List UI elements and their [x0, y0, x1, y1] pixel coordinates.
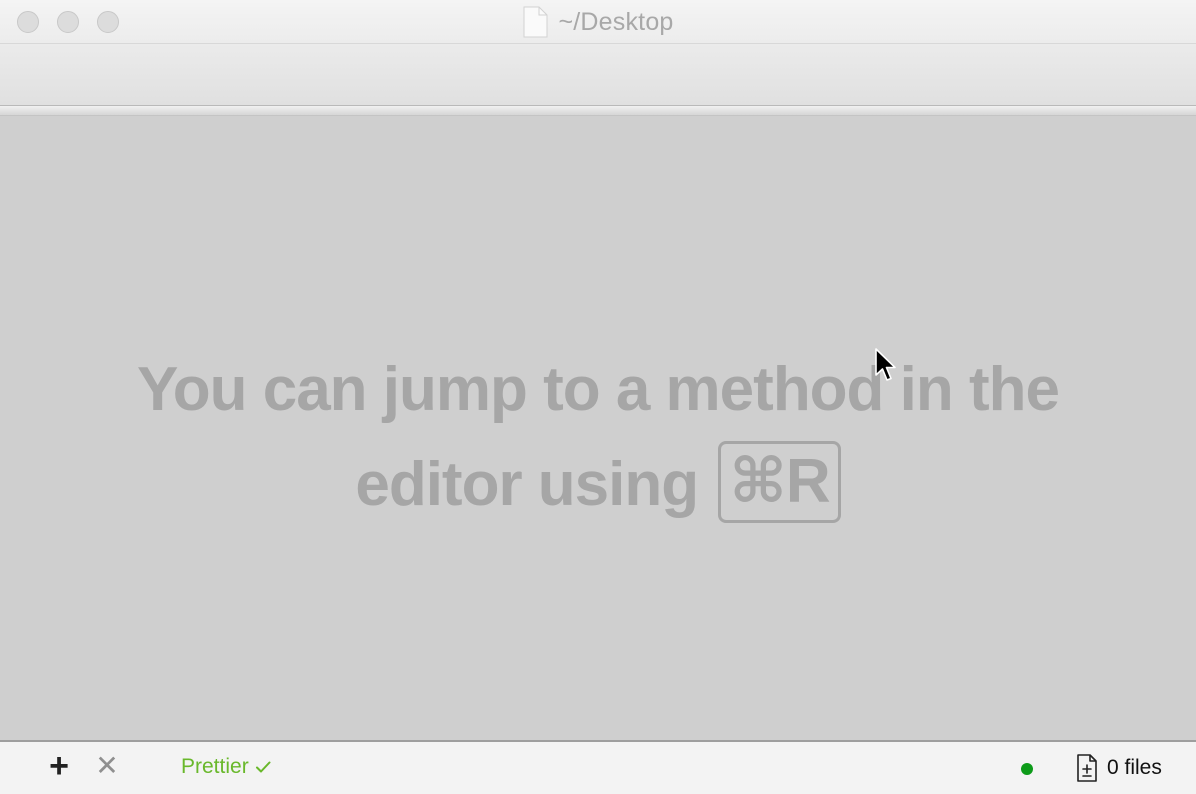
close-button[interactable]: ✕	[94, 750, 120, 782]
app-window: ~/Desktop You can jump to a method in th…	[0, 0, 1196, 794]
prettier-label: Prettier	[181, 755, 249, 778]
toolbar	[0, 44, 1196, 106]
status-bar: + ✕ Prettier 0 files	[0, 740, 1196, 794]
keyboard-shortcut: ⌘R	[718, 441, 841, 523]
toolbar-divider	[0, 106, 1196, 116]
tip-line-2-text: editor using	[355, 450, 699, 519]
prettier-status[interactable]: Prettier	[181, 754, 271, 780]
title-bar[interactable]: ~/Desktop	[0, 0, 1196, 44]
files-count-label: 0 files	[1107, 756, 1162, 779]
document-icon	[523, 6, 548, 38]
status-dot	[1021, 763, 1033, 775]
files-count[interactable]: 0 files	[1075, 753, 1162, 783]
file-add-icon	[1077, 754, 1097, 782]
check-icon	[255, 761, 271, 773]
add-button[interactable]: +	[44, 749, 74, 783]
tip-message: You can jump to a method in the editor u…	[0, 342, 1196, 532]
window-title-group: ~/Desktop	[0, 0, 1196, 44]
window-title: ~/Desktop	[558, 7, 674, 36]
mouse-pointer-icon	[875, 348, 896, 381]
tip-line-2: editor using ⌘R	[0, 437, 1196, 532]
editor-empty-area: You can jump to a method in the editor u…	[0, 116, 1196, 740]
tip-line-1: You can jump to a method in the	[137, 355, 1060, 424]
